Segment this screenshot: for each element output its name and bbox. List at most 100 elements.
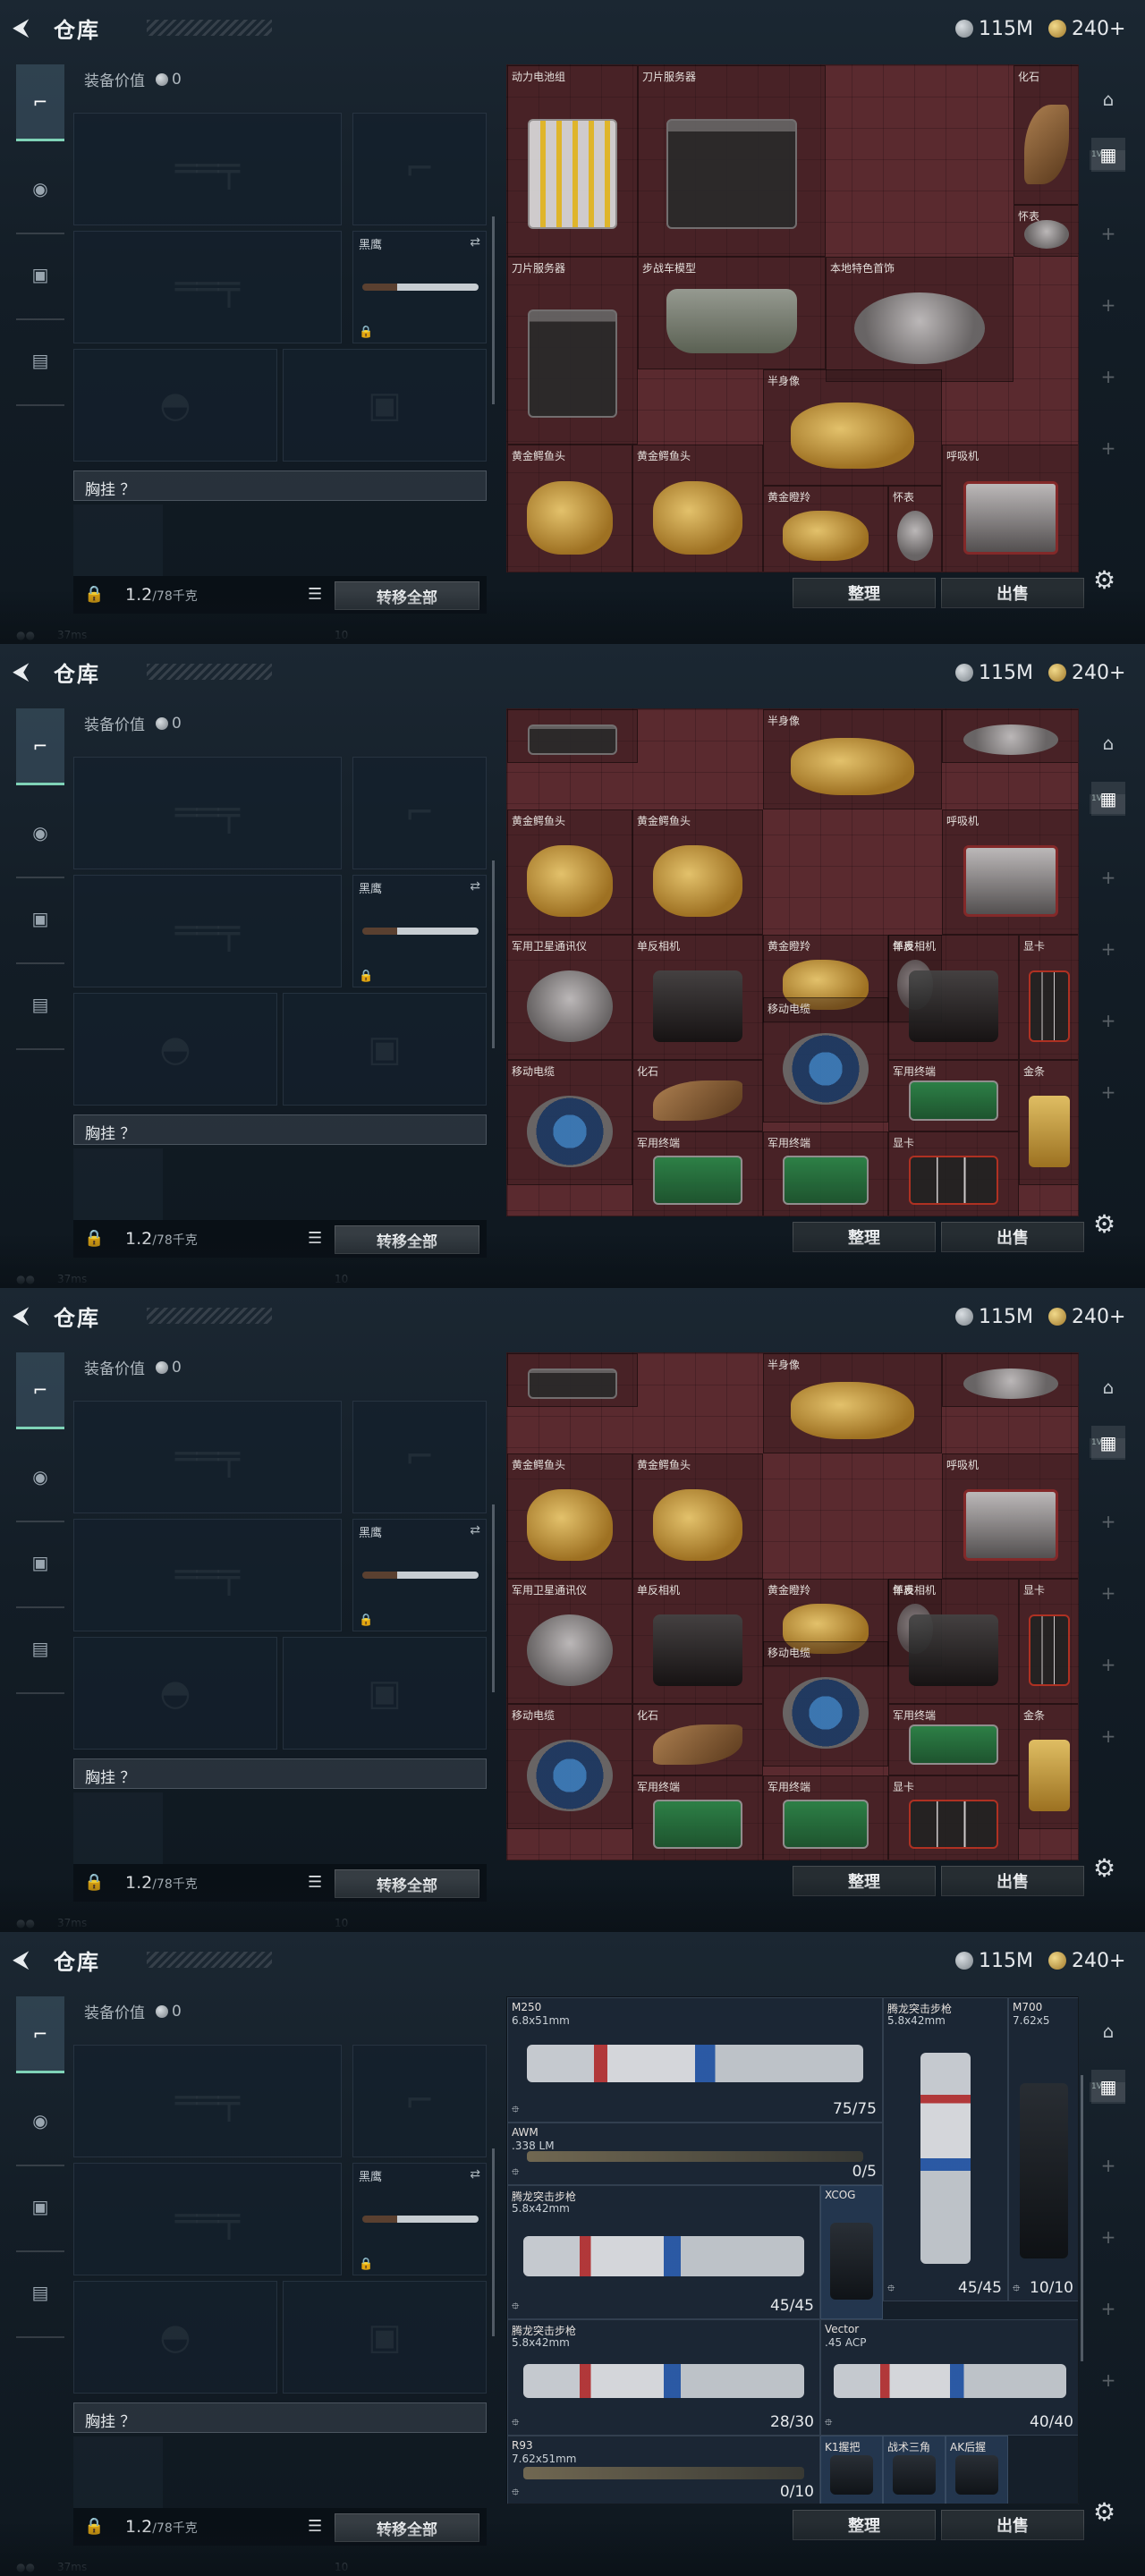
storage-item[interactable]: 本地特色首饰 [826, 257, 1014, 382]
nav-tab-gear[interactable]: ▣ [16, 880, 64, 964]
helmet-slot[interactable]: ◓ [73, 993, 277, 1106]
storage-tab-1[interactable]: ⌂ [1091, 726, 1125, 760]
add-storage-icon[interactable]: + [1091, 1576, 1125, 1610]
storage-item[interactable]: 军用终端 [632, 1131, 763, 1216]
primary-weapon-slot[interactable]: ══╤ [73, 113, 342, 225]
storage-tab-thumb[interactable]: 1V [1090, 794, 1125, 814]
weapon-item[interactable]: AK后握 [946, 2436, 1008, 2504]
storage-item[interactable] [942, 709, 1078, 763]
melee-slot[interactable]: 黑鹰 ⇄ 🔒 [352, 1519, 487, 1631]
weapon-item[interactable]: M250 6.8x51mm 75/75 ⯐ [507, 1997, 883, 2123]
list-icon[interactable]: ☰ [308, 2517, 322, 2536]
storage-item[interactable]: 军用卫星通讯仪 [507, 935, 632, 1060]
pistol-slot[interactable]: ⌐ [352, 757, 487, 869]
storage-item[interactable]: 单反相机 [632, 935, 763, 1060]
nav-tab-weapons[interactable]: ⌐ [16, 1996, 64, 2073]
storage-tab-1[interactable]: ⌂ [1091, 2014, 1125, 2048]
back-arrow-icon[interactable]: ⮜ [13, 1302, 39, 1329]
backpack-slot[interactable] [73, 1148, 163, 1220]
storage-item[interactable]: 显卡 [888, 1131, 1019, 1216]
weapon-item[interactable]: R93 7.62x51mm 0/10 ⯐ [507, 2436, 820, 2504]
weapon-item[interactable]: 腾龙突击步枪 5.8x42mm 45/45 ⯐ [507, 2185, 820, 2319]
nav-tab-weapons[interactable]: ⌐ [16, 1352, 64, 1429]
sort-button[interactable]: 整理 [793, 578, 936, 608]
storage-item[interactable]: 移动电缆 [507, 1704, 632, 1829]
primary-weapon-slot[interactable]: ══╤ [73, 2045, 342, 2157]
storage-tab-1[interactable]: ⌂ [1091, 1370, 1125, 1404]
swap-icon[interactable]: ⇄ [470, 879, 480, 894]
storage-item[interactable]: 呼吸机 [942, 445, 1078, 572]
storage-tab-thumb[interactable]: 1V [1090, 150, 1125, 170]
swap-icon[interactable]: ⇄ [470, 2167, 480, 2182]
list-icon[interactable]: ☰ [308, 585, 322, 604]
storage-item[interactable]: 刀片服务器 [638, 65, 826, 257]
sort-button[interactable]: 整理 [793, 1866, 936, 1896]
gear-icon[interactable]: ⚙ [1093, 565, 1115, 595]
storage-item[interactable]: 军用终端 [763, 1131, 888, 1216]
storage-item[interactable]: 黄金瞪羚 [763, 486, 888, 572]
storage-item[interactable]: 半身像 [763, 709, 942, 809]
secondary-weapon-slot[interactable]: ══╤ [73, 875, 342, 987]
loadout-scrollbar[interactable] [492, 860, 495, 1048]
silver-currency[interactable]: 115M [955, 1304, 1033, 1329]
nav-tab-case[interactable]: ▤ [16, 966, 64, 1050]
storage-item[interactable]: 军用终端 [888, 1060, 1019, 1131]
gear-icon[interactable]: ⚙ [1093, 1209, 1115, 1239]
storage-item[interactable]: 移动电缆 [507, 1060, 632, 1185]
loadout-scrollbar[interactable] [492, 216, 495, 404]
storage-item[interactable] [942, 1353, 1078, 1407]
storage-item[interactable]: 显卡 [888, 1775, 1019, 1860]
storage-item[interactable]: 黄金鳄鱼头 [632, 809, 763, 935]
storage-item[interactable]: 半身像 [763, 1353, 942, 1453]
nav-tab-case[interactable]: ▤ [16, 322, 64, 406]
storage-item[interactable]: 黄金鳄鱼头 [632, 1453, 763, 1579]
storage-item[interactable]: 黄金鳄鱼头 [507, 445, 632, 572]
back-arrow-icon[interactable]: ⮜ [13, 14, 39, 41]
storage-item[interactable]: 金条 [1019, 1704, 1078, 1829]
sell-button[interactable]: 出售 [941, 1222, 1084, 1252]
add-storage-icon[interactable]: + [1091, 2363, 1125, 2397]
storage-scrollbar[interactable] [1081, 2075, 1083, 2361]
melee-slot[interactable]: 黑鹰 ⇄ 🔒 [352, 875, 487, 987]
nav-tab-armor[interactable]: ◉ [16, 2082, 64, 2166]
loadout-scrollbar[interactable] [492, 1504, 495, 1692]
storage-item[interactable]: 显卡 [1019, 935, 1078, 1060]
sort-button[interactable]: 整理 [793, 1222, 936, 1252]
backpack-slot[interactable] [73, 1792, 163, 1864]
transfer-all-button[interactable]: 转移全部 [335, 581, 479, 610]
add-storage-icon[interactable]: + [1091, 2292, 1125, 2326]
storage-item[interactable]: 黄金鳄鱼头 [507, 1453, 632, 1579]
storage-item[interactable]: 黄金鳄鱼头 [507, 809, 632, 935]
storage-tab-thumb[interactable]: 1V [1090, 1438, 1125, 1458]
helmet-slot[interactable]: ◓ [73, 2281, 277, 2394]
back-arrow-icon[interactable]: ⮜ [13, 658, 39, 685]
gold-currency[interactable]: 240+ [1048, 660, 1125, 685]
primary-weapon-slot[interactable]: ══╤ [73, 757, 342, 869]
armor-slot[interactable]: ▣ [283, 349, 487, 462]
storage-item[interactable]: 呼吸机 [942, 1453, 1078, 1579]
weapon-item[interactable]: 腾龙突击步枪 5.8x42mm 45/45 ⯐ [883, 1997, 1008, 2301]
weapon-item[interactable]: AWM .338 LM 0/5 ⯐ [507, 2123, 883, 2185]
nav-tab-case[interactable]: ▤ [16, 2254, 64, 2338]
weapon-item[interactable]: K1握把 [820, 2436, 883, 2504]
storage-tab-thumb[interactable]: 1V [1090, 2082, 1125, 2102]
storage-item[interactable]: 化石 [632, 1060, 763, 1131]
sell-button[interactable]: 出售 [941, 1866, 1084, 1896]
loadout-scrollbar[interactable] [492, 2148, 495, 2336]
nav-tab-armor[interactable]: ◉ [16, 1438, 64, 1522]
storage-item[interactable]: 移动电缆 [763, 997, 888, 1123]
transfer-all-button[interactable]: 转移全部 [335, 1869, 479, 1898]
backpack-slot[interactable] [73, 504, 163, 576]
weapon-item[interactable]: Vector .45 ACP 40/40 ⯐ [820, 2319, 1078, 2436]
gold-currency[interactable]: 240+ [1048, 1948, 1125, 1973]
add-storage-icon[interactable]: + [1091, 1004, 1125, 1038]
add-storage-icon[interactable]: + [1091, 216, 1125, 250]
add-storage-icon[interactable]: + [1091, 1075, 1125, 1109]
storage-item[interactable]: 怀表 [1014, 205, 1078, 257]
weapon-item[interactable]: XCOG [820, 2185, 883, 2319]
storage-item[interactable]: 军用终端 [632, 1775, 763, 1860]
swap-icon[interactable]: ⇄ [470, 235, 480, 250]
storage-item[interactable]: 单反相机 [888, 1579, 1019, 1704]
pistol-slot[interactable]: ⌐ [352, 113, 487, 225]
storage-item[interactable]: 怀表 [888, 486, 942, 572]
